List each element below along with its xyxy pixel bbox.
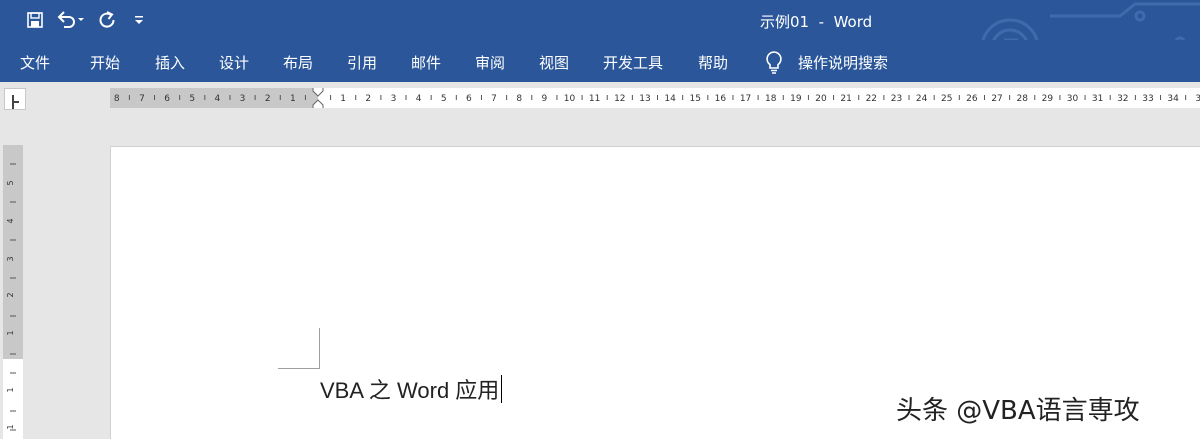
tab-stop-selector[interactable] <box>4 88 26 110</box>
ruler-number: 3 <box>6 256 15 261</box>
ruler-number: 28 <box>1016 94 1028 104</box>
ruler-number: 34 <box>1167 94 1179 104</box>
ruler-number: 13 <box>639 94 650 104</box>
ruler-number: 5 <box>441 94 447 104</box>
ruler-number: 22 <box>866 94 877 104</box>
repeat-icon <box>99 11 115 28</box>
save-icon <box>27 12 43 28</box>
tab-file[interactable]: 文件 <box>20 52 50 73</box>
ruler-number: 29 <box>1042 94 1054 104</box>
lightbulb-icon[interactable] <box>764 50 784 74</box>
ruler-number: 4 <box>215 94 221 104</box>
ruler-number: 1 <box>290 94 296 104</box>
ruler-number: 15 <box>690 94 701 104</box>
customize-qat-icon <box>135 16 143 24</box>
window-title: 示例01 - Word <box>760 13 873 31</box>
ruler-number: 12 <box>614 94 625 104</box>
ruler-number: 3 <box>1195 94 1200 104</box>
tell-me-search[interactable]: 操作说明搜索 <box>798 52 888 73</box>
ruler-number: 14 <box>664 94 676 104</box>
tab-references[interactable]: 引用 <box>347 52 377 73</box>
ruler-number: 23 <box>891 94 902 104</box>
ruler-number: 5 <box>189 94 195 104</box>
quick-access-toolbar <box>22 9 158 31</box>
ruler-number: 24 <box>916 94 928 104</box>
text-boundary-corner <box>278 368 320 369</box>
tab-view[interactable]: 视图 <box>539 52 569 73</box>
text-boundary-corner <box>319 328 320 368</box>
ruler-number: 6 <box>164 94 170 104</box>
ruler-number: 19 <box>790 94 802 104</box>
ruler-number: 6 <box>466 94 472 104</box>
tab-layout[interactable]: 布局 <box>283 52 313 73</box>
ruler-number: 16 <box>715 94 727 104</box>
tab-help[interactable]: 帮助 <box>698 52 728 73</box>
ruler-number: 1 <box>6 424 15 429</box>
ruler-number: 10 <box>564 94 576 104</box>
ruler-number: 4 <box>6 218 15 223</box>
ruler-number: 27 <box>991 94 1002 104</box>
ruler-number: 1 <box>6 387 15 392</box>
ruler-number: 1 <box>340 94 346 104</box>
ruler-number: 32 <box>1117 94 1128 104</box>
tab-design[interactable]: 设计 <box>219 52 249 73</box>
repeat-button[interactable] <box>94 9 120 31</box>
undo-button[interactable] <box>54 9 88 31</box>
ruler-number: 3 <box>240 94 246 104</box>
ruler-number: 4 <box>416 94 422 104</box>
ruler-number: 21 <box>840 94 851 104</box>
document-text: VBA 之 Word 应用 <box>320 378 500 403</box>
ruler-number: 9 <box>541 94 547 104</box>
ruler-number: 5 <box>6 180 15 185</box>
ruler-number: 2 <box>365 94 371 104</box>
ruler-number: 3 <box>391 94 397 104</box>
save-button[interactable] <box>22 9 48 31</box>
ruler-number: 17 <box>740 94 751 104</box>
ruler-number: 8 <box>114 94 120 104</box>
customize-qat-button[interactable] <box>126 9 152 31</box>
title-bar: 示例01 - Word <box>0 0 1200 40</box>
ruler-number: 26 <box>966 94 978 104</box>
ruler-number: 20 <box>815 94 827 104</box>
text-caret <box>501 375 503 403</box>
tab-developer[interactable]: 开发工具 <box>603 52 663 73</box>
ruler-number: 18 <box>765 94 777 104</box>
ruler-number: 8 <box>516 94 522 104</box>
tab-review[interactable]: 审阅 <box>475 52 505 73</box>
ruler-number: 30 <box>1067 94 1079 104</box>
ruler-number: 7 <box>139 94 145 104</box>
undo-icon <box>57 11 84 28</box>
watermark-text: 头条 @VBA语言専攻 <box>896 396 1140 426</box>
horizontal-ruler[interactable]: 8 7 6 5 4 3 2 1 1 2 3 4 5 6 7 8 9 10 11 12 13 14 15 16 17 18 19 20 2… <box>110 88 1200 108</box>
tab-home[interactable]: 开始 <box>90 52 120 73</box>
ruler-number: 2 <box>265 94 271 104</box>
tab-insert[interactable]: 插入 <box>155 52 185 73</box>
tab-mailings[interactable]: 邮件 <box>411 52 441 73</box>
ribbon-tabs: 文件 开始 插入 设计 布局 引用 邮件 审阅 视图 开发工具 帮助 操作说明搜… <box>0 40 1200 82</box>
ruler-number: 1 <box>6 330 15 335</box>
ruler-number: 2 <box>6 292 15 297</box>
ruler-number: 25 <box>941 94 952 104</box>
ruler-number: 7 <box>491 94 497 104</box>
ruler-number: 33 <box>1142 94 1153 104</box>
document-body-text[interactable]: VBA 之 Word 应用 <box>320 373 503 405</box>
ruler-number: 11 <box>589 94 600 104</box>
vertical-ruler[interactable]: 5 4 3 2 1 1 1 <box>0 145 24 439</box>
ruler-number: 31 <box>1092 94 1103 104</box>
